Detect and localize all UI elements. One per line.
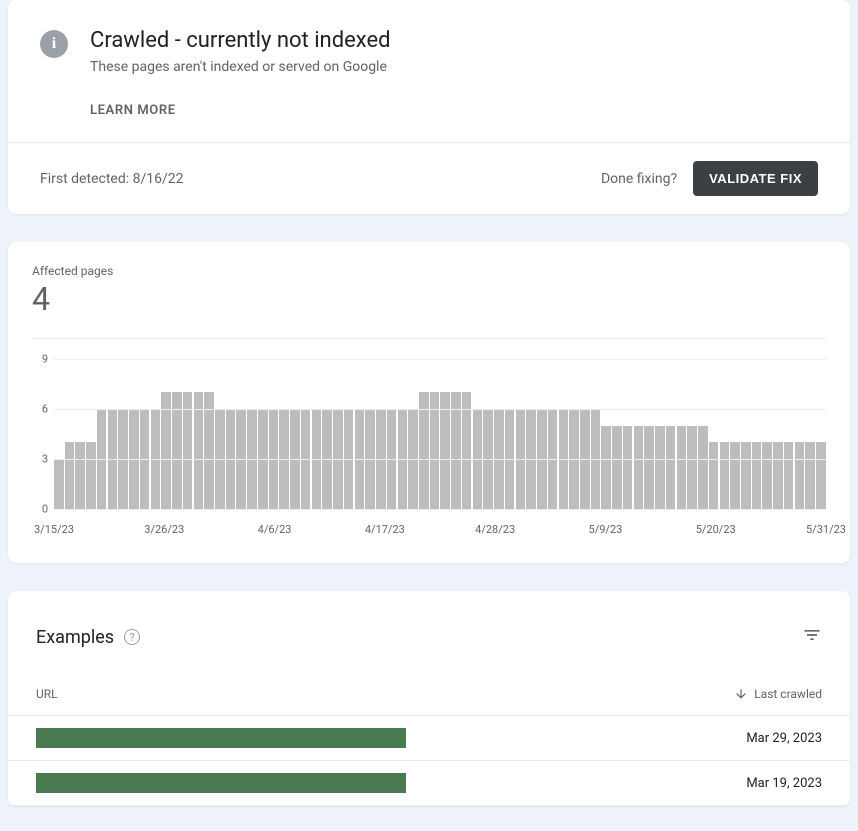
- x-tick-label: 4/17/23: [365, 523, 405, 536]
- chart-bar: [623, 426, 633, 509]
- chart-bar: [795, 442, 805, 509]
- chart-bar: [784, 442, 794, 509]
- chart-bar: [86, 442, 96, 509]
- x-tick-label: 4/6/23: [258, 523, 292, 536]
- chart-bar: [752, 442, 762, 509]
- column-url-header: URL: [36, 687, 58, 701]
- bar-chart: 0369: [54, 359, 826, 519]
- chart-bar: [65, 442, 75, 509]
- x-tick-label: 5/20/23: [696, 523, 736, 536]
- chart-bar: [644, 426, 654, 509]
- chart-bar: [634, 426, 644, 509]
- affected-pages-label: Affected pages: [32, 264, 826, 278]
- chart-bar: [816, 442, 826, 509]
- y-tick-label: 3: [32, 453, 48, 466]
- learn-more-link[interactable]: LEARN MORE: [90, 103, 391, 118]
- chart-bar: [773, 442, 783, 509]
- chart-bar: [601, 426, 611, 509]
- crawl-status-card: i Crawled - currently not indexed These …: [8, 0, 850, 214]
- chart-bar: [698, 426, 708, 509]
- affected-pages-count: 4: [32, 280, 826, 318]
- arrow-down-icon: [734, 687, 748, 701]
- x-tick-label: 3/15/23: [34, 523, 74, 536]
- column-last-crawled-header[interactable]: Last crawled: [734, 687, 822, 701]
- chart-bar: [687, 426, 697, 509]
- chart-bar: [677, 426, 687, 509]
- filter-icon[interactable]: [802, 625, 822, 649]
- x-tick-label: 4/28/23: [475, 523, 515, 536]
- x-tick-label: 3/26/23: [144, 523, 184, 536]
- url-redacted-bar: [36, 728, 406, 748]
- last-crawled-date: Mar 29, 2023: [746, 731, 822, 746]
- first-detected-label: First detected: 8/16/22: [40, 171, 183, 187]
- examples-title: Examples: [36, 627, 114, 648]
- y-tick-label: 9: [32, 353, 48, 366]
- y-tick-label: 6: [32, 403, 48, 416]
- chart-bar: [741, 442, 751, 509]
- chart-bar: [655, 426, 665, 509]
- chart-bar: [720, 442, 730, 509]
- table-row[interactable]: Mar 29, 2023: [8, 716, 850, 761]
- x-tick-label: 5/9/23: [589, 523, 623, 536]
- chart-bar: [762, 442, 772, 509]
- url-redacted-bar: [36, 773, 406, 793]
- status-title: Crawled - currently not indexed: [90, 28, 391, 53]
- status-subtitle: These pages aren't indexed or served on …: [90, 59, 391, 75]
- chart-bar: [805, 442, 815, 509]
- chart-bar: [54, 459, 64, 509]
- chart-bar: [612, 426, 622, 509]
- table-row[interactable]: Mar 19, 2023: [8, 761, 850, 806]
- help-icon[interactable]: ?: [124, 629, 140, 645]
- chart-bar: [666, 426, 676, 509]
- chart-bar: [730, 442, 740, 509]
- examples-card: Examples ? URL Last crawled Mar 29, 2023…: [8, 591, 850, 806]
- chart-bar: [75, 442, 85, 509]
- info-icon: i: [40, 30, 68, 58]
- validate-fix-button[interactable]: VALIDATE FIX: [693, 161, 818, 196]
- affected-pages-card: Affected pages 4 0369 3/15/233/26/234/6/…: [8, 242, 850, 563]
- last-crawled-date: Mar 19, 2023: [746, 776, 822, 791]
- x-tick-label: 5/31/23: [806, 523, 846, 536]
- done-fixing-label: Done fixing?: [601, 171, 677, 187]
- y-tick-label: 0: [32, 503, 48, 516]
- chart-bar: [709, 442, 719, 509]
